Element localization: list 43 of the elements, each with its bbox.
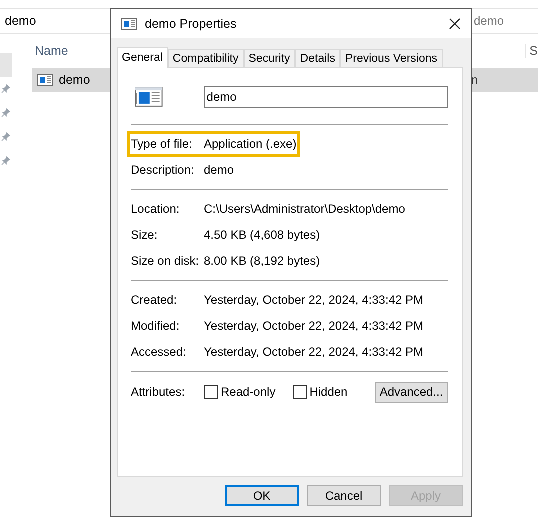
application-icon xyxy=(121,18,137,30)
property-label: Attributes: xyxy=(131,385,186,399)
address-bar-text[interactable]: demo xyxy=(5,14,36,28)
property-label: Location: xyxy=(131,202,181,216)
property-value: Application (.exe) xyxy=(204,137,297,151)
search-text[interactable]: demo xyxy=(474,14,504,28)
property-label: Size: xyxy=(131,228,159,242)
property-label: Type of file: xyxy=(131,137,194,151)
property-label: Modified: xyxy=(131,319,181,333)
property-value: C:\Users\Administrator\Desktop\demo xyxy=(204,202,406,216)
property-value: Yesterday, October 22, 2024, 4:33:42 PM xyxy=(204,319,424,333)
application-icon xyxy=(135,87,163,107)
checkbox[interactable] xyxy=(204,385,218,399)
column-header[interactable]: S xyxy=(524,44,538,58)
property-value: 4.50 KB (4,608 bytes) xyxy=(204,228,320,242)
tab[interactable]: Details xyxy=(295,49,340,67)
tab[interactable]: General xyxy=(117,47,168,68)
checkbox-label[interactable]: Read-only xyxy=(221,385,276,399)
property-label: Description: xyxy=(131,163,196,177)
property-label: Size on disk: xyxy=(131,254,200,268)
dialog-button[interactable]: Cancel xyxy=(307,485,381,506)
property-value: Yesterday, October 22, 2024, 4:33:42 PM xyxy=(204,345,424,359)
pin-icon[interactable] xyxy=(1,156,11,166)
column-header[interactable]: Name xyxy=(35,44,68,58)
application-icon xyxy=(37,74,53,86)
advanced-button[interactable]: Advanced... xyxy=(375,382,448,402)
close-icon[interactable] xyxy=(449,18,461,30)
property-label: Accessed: xyxy=(131,345,188,359)
property-value: 8.00 KB (8,192 bytes) xyxy=(204,254,320,268)
dialog-button[interactable]: OK xyxy=(225,485,299,506)
property-value: demo xyxy=(204,163,234,177)
pin-icon[interactable] xyxy=(1,84,11,94)
property-label: Created: xyxy=(131,293,178,307)
tab[interactable]: Security xyxy=(244,49,296,67)
pin-icon[interactable] xyxy=(1,132,11,142)
file-name-field[interactable]: demo xyxy=(204,86,448,108)
window-title: demo Properties xyxy=(145,16,238,30)
property-value: Yesterday, October 22, 2024, 4:33:42 PM xyxy=(204,293,424,307)
tab[interactable]: Compatibility xyxy=(168,49,244,67)
checkbox[interactable] xyxy=(292,385,307,399)
checkbox-label[interactable]: Hidden xyxy=(310,385,348,399)
tab[interactable]: Previous Versions xyxy=(340,49,442,67)
pin-icon[interactable] xyxy=(1,108,11,118)
